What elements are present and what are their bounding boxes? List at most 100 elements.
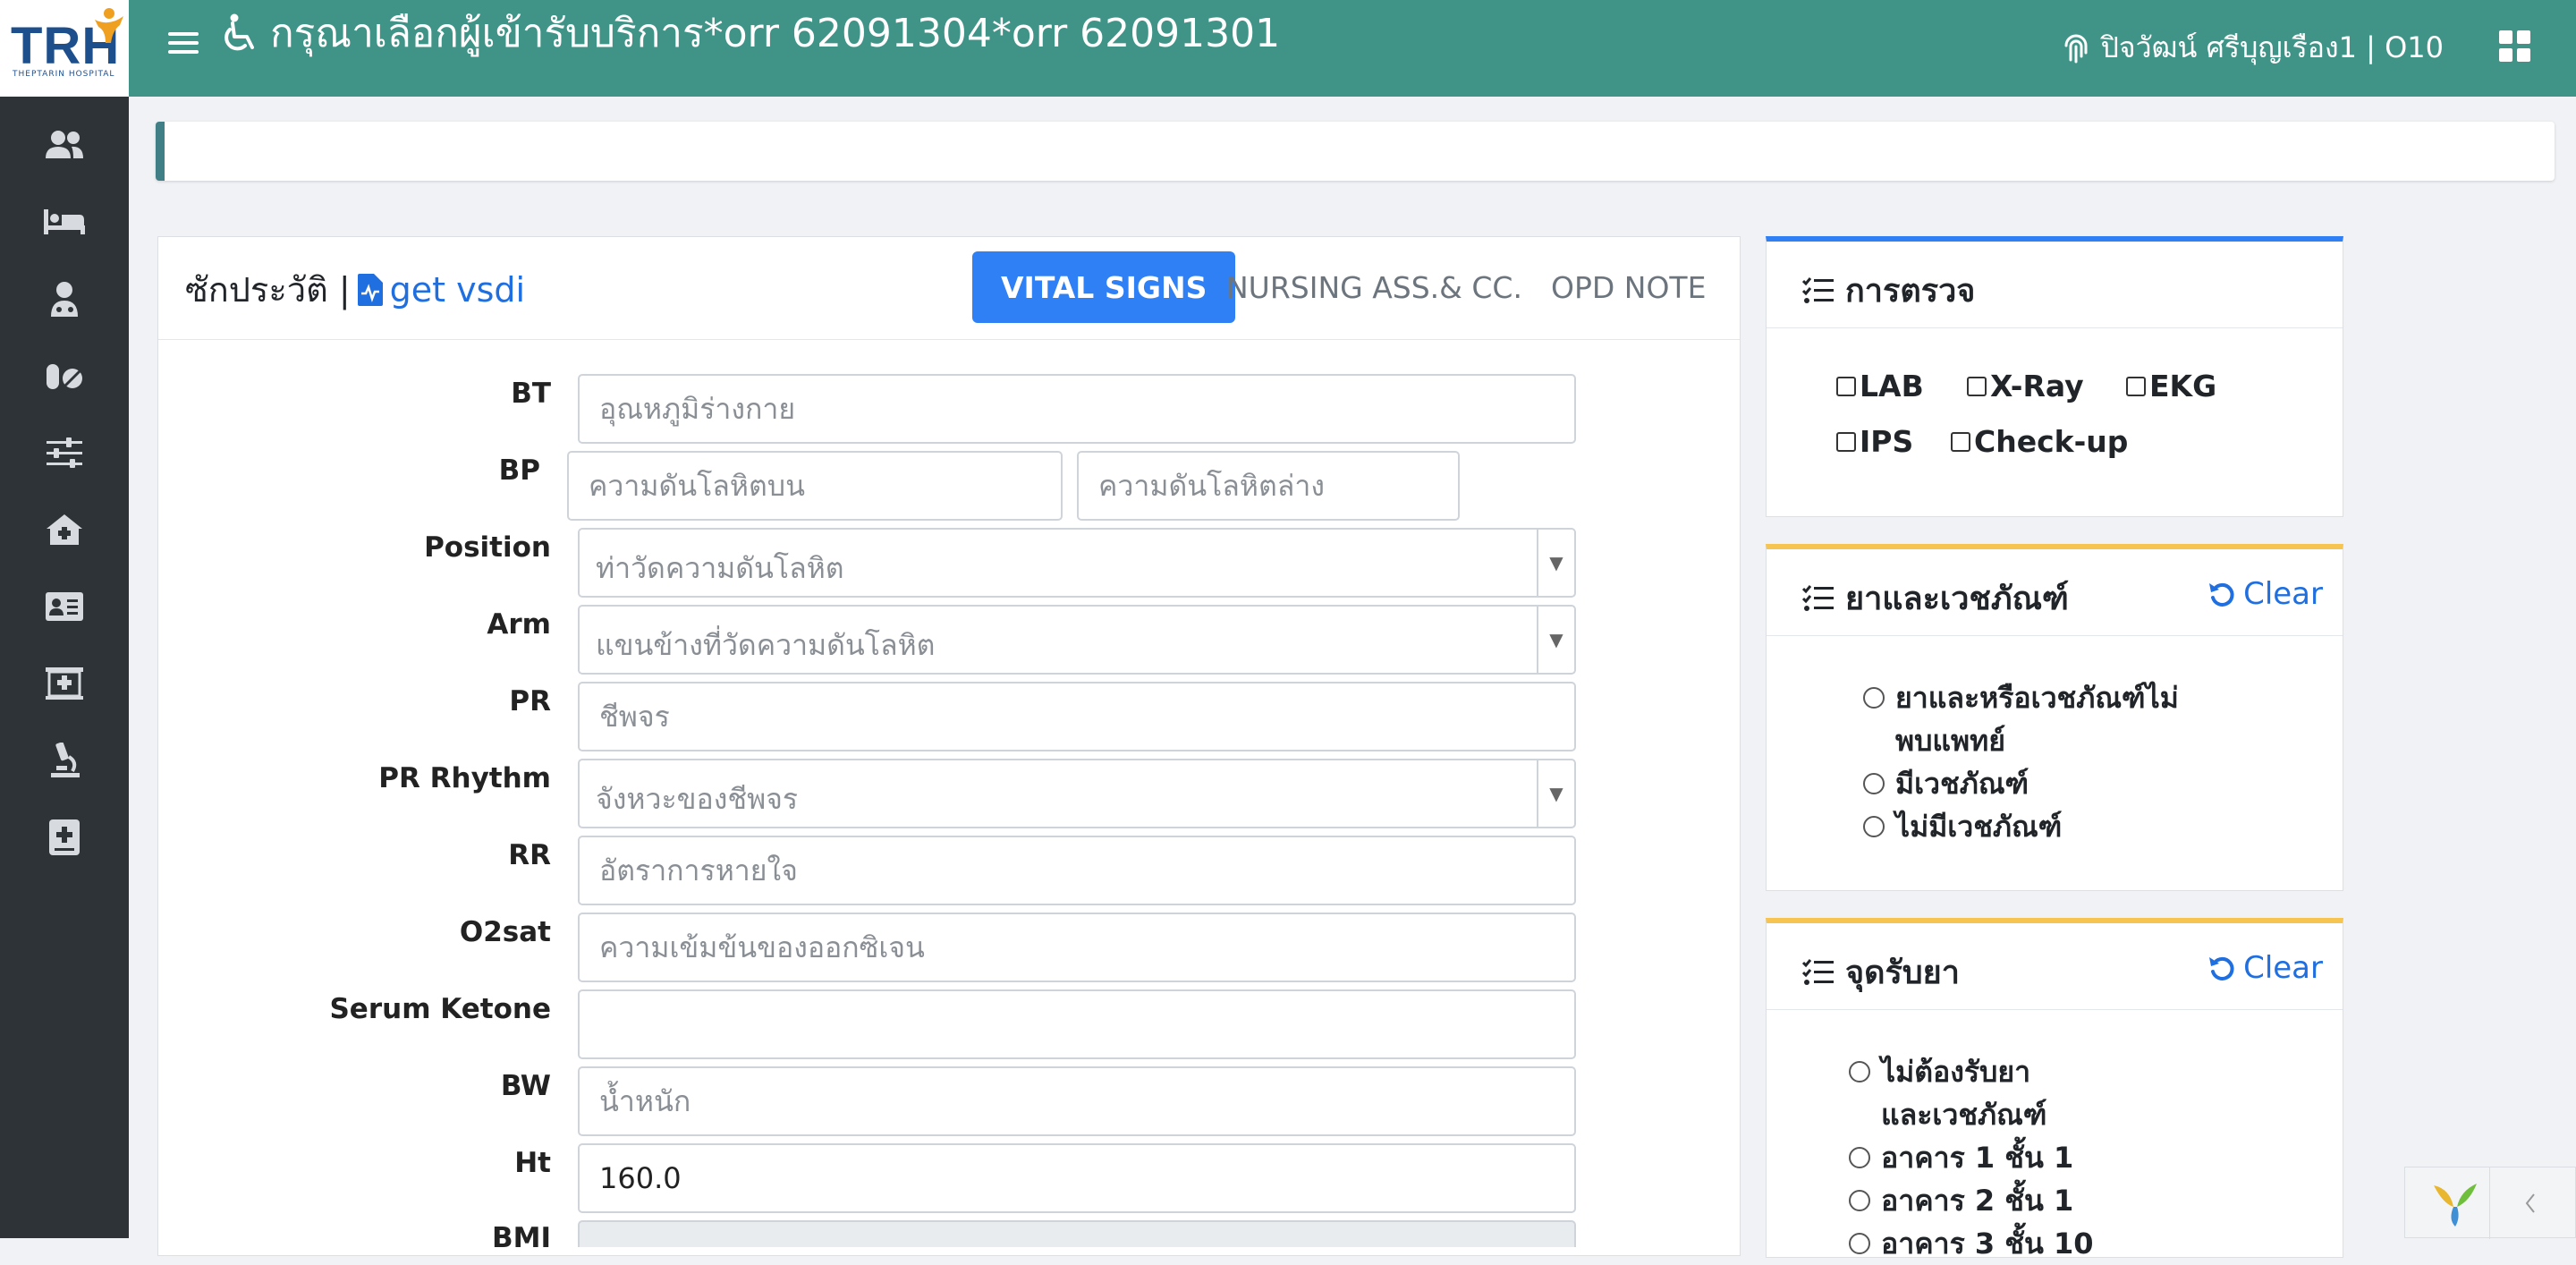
checkbox-box[interactable] [2126, 376, 2146, 396]
users-icon [46, 131, 83, 158]
pills-icon [47, 364, 82, 389]
supplies-title-text: ยาและเวชภัณฑ์ [1845, 581, 2069, 617]
pickup-option-building3[interactable]: อาคาร 3 ชั้น 10 [1849, 1222, 2094, 1265]
file-medical-icon [357, 273, 383, 306]
o2sat-label: O2sat [459, 916, 551, 948]
yii-logo-icon [2434, 1184, 2477, 1227]
radio-circle[interactable] [1849, 1147, 1870, 1168]
tab-opd-note[interactable]: OPD NOTE [1522, 251, 1734, 323]
ht-label: Ht [514, 1147, 551, 1179]
ht-input[interactable] [578, 1143, 1576, 1213]
sidebar-item-hospital[interactable] [38, 658, 91, 709]
pr-rhythm-select-value: จังหวะของชีพจร [596, 782, 799, 816]
checkbox-box[interactable] [1951, 431, 1970, 452]
get-vs-link[interactable]: get vsdi [357, 270, 525, 310]
xray-checkbox[interactable]: X-Ray [1967, 369, 2084, 403]
pr-input[interactable] [578, 682, 1576, 751]
pickup-clear-button[interactable]: Clear [2207, 950, 2323, 986]
user-info[interactable]: ปิจวัฒน์ ศรีบุญเรือง1 | O10 [2062, 25, 2444, 71]
chevron-left-icon[interactable] [2523, 1193, 2538, 1214]
apps-grid-icon[interactable] [2499, 30, 2531, 63]
card-header: ซักประวัติ | get vsdi VITAL SIGNS NURSIN… [158, 237, 1740, 340]
ekg-checkbox[interactable]: EKG [2126, 369, 2216, 403]
checkbox-box[interactable] [1836, 431, 1856, 452]
radio-circle[interactable] [1849, 1233, 1870, 1254]
pr-rhythm-select[interactable]: จังหวะของชีพจร ▼ [578, 759, 1576, 828]
hospital-logo[interactable]: TRH THEPTARIN HOSPITAL [0, 0, 129, 97]
position-select[interactable]: ท่าวัดความดันโลหิต ▼ [578, 528, 1576, 598]
bp-diastolic-input[interactable] [1077, 451, 1460, 521]
bmi-input [578, 1220, 1576, 1247]
sidebar-item-ward[interactable] [38, 197, 91, 247]
wheelchair-icon [225, 13, 254, 51]
page-title: กรุณาเลือกผู้เข้ารับบริการ*orr 62091304*… [222, 2, 1280, 64]
history-label: ซักประวัติ | [185, 270, 351, 310]
exam-title: การตรวจ [1802, 265, 1975, 316]
bp-systolic-input[interactable] [567, 451, 1063, 521]
supplies-clear-button[interactable]: Clear [2207, 576, 2323, 612]
lab-label: LAB [1860, 369, 1924, 403]
tab-vital-signs[interactable]: VITAL SIGNS [972, 251, 1236, 323]
radio-circle[interactable] [1849, 1190, 1870, 1211]
doctor-icon [51, 282, 78, 317]
logo-subtitle: THEPTARIN HOSPITAL [13, 70, 115, 79]
ips-checkbox[interactable]: IPS [1836, 424, 1913, 459]
sidebar-item-clinic[interactable] [38, 505, 91, 555]
serum-ketone-input[interactable] [578, 989, 1576, 1059]
checkbox-box[interactable] [1967, 376, 1987, 396]
debug-toolbar[interactable] [2404, 1167, 2576, 1239]
sidebar-item-registration[interactable] [38, 582, 91, 632]
top-bar: TRH THEPTARIN HOSPITAL กรุณาเลือกผู้เข้า… [0, 0, 2576, 97]
bmi-label: BMI [491, 1222, 551, 1254]
supplies-card: ยาและเวชภัณฑ์ Clear ยาและหรือเวชภัณฑ์ไม่… [1766, 544, 2343, 891]
pickup-header: จุดรับยา Clear [1767, 923, 2343, 1010]
sidebar-item-patients[interactable] [38, 120, 91, 170]
supplies-option-label: ไม่มีเวชภัณฑ์ [1895, 810, 2063, 844]
sidebar-item-pharmacy[interactable] [38, 351, 91, 401]
supplies-option-has[interactable]: มีเวชภัณฑ์ [1863, 762, 2029, 805]
xray-label: X-Ray [1990, 369, 2084, 403]
menu-toggle-button[interactable] [168, 27, 199, 57]
rr-input[interactable] [578, 836, 1576, 905]
sidebar-item-records[interactable] [38, 812, 91, 862]
sidebar-item-settings[interactable] [38, 428, 91, 478]
radio-circle[interactable] [1849, 1061, 1870, 1082]
tab-nursing-assessment[interactable]: NURSING ASS.& CC. [1198, 251, 1551, 323]
pickup-card: จุดรับยา Clear ไม่ต้องรับยาและเวชภัณฑ์ อ… [1766, 918, 2343, 1261]
bp-label: BP [498, 454, 540, 487]
arm-select[interactable]: แขนข้างที่วัดความดันโลหิต ▼ [578, 605, 1576, 675]
radio-circle[interactable] [1863, 687, 1885, 709]
pickup-title: จุดรับยา [1802, 947, 1960, 998]
pickup-option-building1[interactable]: อาคาร 1 ชั้น 1 [1849, 1136, 2073, 1179]
bt-input[interactable] [578, 374, 1576, 444]
ips-label: IPS [1860, 424, 1914, 459]
position-label: Position [424, 531, 551, 564]
sidebar-item-doctor[interactable] [38, 274, 91, 324]
ekg-label: EKG [2149, 369, 2217, 403]
bw-input[interactable] [578, 1066, 1576, 1136]
checkup-checkbox[interactable]: Check-up [1951, 424, 2128, 459]
supplies-option-none[interactable]: ไม่มีเวชภัณฑ์ [1863, 805, 2062, 848]
id-card-icon [46, 592, 83, 621]
lab-checkbox[interactable]: LAB [1836, 369, 1924, 403]
fingerprint-icon [2064, 34, 2088, 63]
tasks-list-icon [1802, 276, 1834, 303]
radio-circle[interactable] [1863, 773, 1885, 794]
pr-label: PR [509, 685, 551, 717]
tasks-list-icon [1802, 958, 1834, 985]
supplies-option-no-doctor[interactable]: ยาและหรือเวชภัณฑ์ไม่พบแพทย์ [1863, 676, 2203, 762]
checkbox-box[interactable] [1836, 376, 1856, 396]
o2sat-input[interactable] [578, 913, 1576, 982]
pickup-clear-label: Clear [2243, 950, 2323, 986]
arm-select-value: แขนข้างที่วัดความดันโลหิต [596, 628, 936, 662]
supplies-clear-label: Clear [2243, 576, 2323, 612]
chevron-down-icon: ▼ [1537, 607, 1574, 673]
sidebar-item-lab[interactable] [38, 735, 91, 785]
pickup-option-none[interactable]: ไม่ต้องรับยาและเวชภัณฑ์ [1849, 1050, 2081, 1136]
bw-label: BW [500, 1070, 551, 1102]
radio-circle[interactable] [1863, 816, 1885, 837]
pickup-option-building2[interactable]: อาคาร 2 ชั้น 1 [1849, 1179, 2073, 1222]
position-select-value: ท่าวัดความดันโลหิต [596, 551, 844, 585]
exam-card: การตรวจ LAB X-Ray EKG IPS Check-up [1766, 236, 2343, 517]
chevron-down-icon: ▼ [1537, 760, 1574, 827]
